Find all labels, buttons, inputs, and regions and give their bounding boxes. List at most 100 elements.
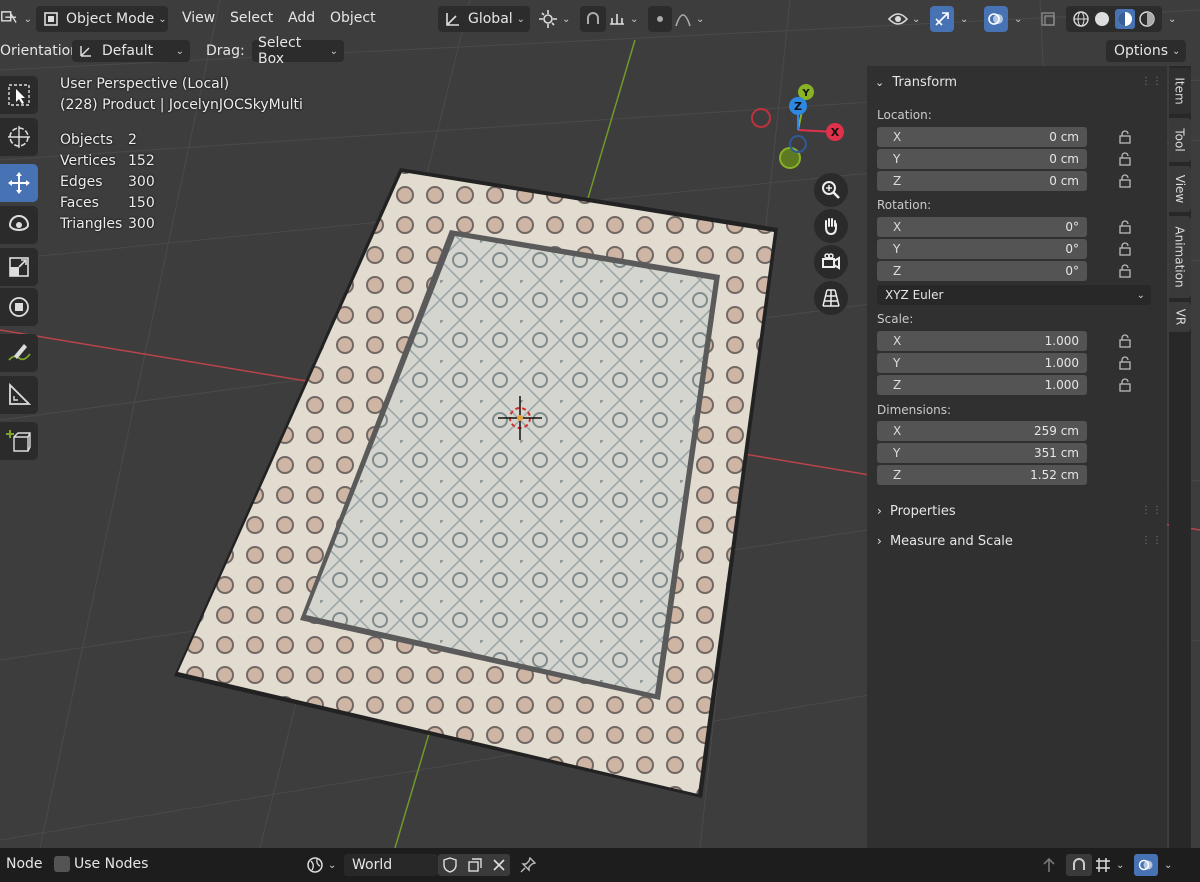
shading-solid-icon[interactable] bbox=[1093, 10, 1111, 28]
lock-icon[interactable] bbox=[1119, 334, 1133, 348]
visibility-dropdown[interactable]: ⌄ bbox=[888, 6, 924, 32]
lock-icon[interactable] bbox=[1119, 152, 1133, 166]
add-cube-tool[interactable] bbox=[0, 422, 38, 460]
snap-target-dropdown[interactable]: ⌄ bbox=[608, 6, 644, 32]
pivot-point-dropdown[interactable]: ⌄ bbox=[538, 6, 574, 32]
pan-button[interactable] bbox=[814, 209, 848, 243]
camera-view-button[interactable] bbox=[814, 245, 848, 279]
transform-panel-header[interactable]: ⌄ Transform bbox=[875, 75, 957, 90]
location-y-field[interactable]: Y 0 cm bbox=[877, 149, 1087, 169]
shading-dropdown[interactable]: ⌄ bbox=[1164, 6, 1182, 32]
sidebar-tabs: Item Tool View Animation VR bbox=[1169, 66, 1191, 848]
properties-panel-header[interactable]: › Properties bbox=[877, 504, 956, 519]
tab-view[interactable]: View bbox=[1169, 166, 1191, 212]
pin-icon[interactable] bbox=[520, 857, 536, 873]
dimensions-y-field[interactable]: Y 351 cm bbox=[877, 443, 1087, 463]
transform-icon bbox=[9, 297, 29, 317]
menu-object[interactable]: Object bbox=[330, 10, 376, 26]
lock-icon[interactable] bbox=[1119, 356, 1133, 370]
world-name-field[interactable]: World bbox=[344, 854, 438, 876]
xray-toggle[interactable] bbox=[1036, 6, 1060, 32]
drag-handle-icon[interactable]: ⋮⋮ bbox=[1141, 535, 1163, 546]
measure-scale-panel-header[interactable]: › Measure and Scale bbox=[877, 534, 1013, 549]
shading-rendered-icon[interactable] bbox=[1138, 10, 1156, 28]
menu-select[interactable]: Select bbox=[230, 10, 273, 26]
lock-icon[interactable] bbox=[1119, 174, 1133, 188]
location-z-field[interactable]: Z 0 cm bbox=[877, 171, 1087, 191]
mode-icon bbox=[44, 12, 58, 26]
field-value: 1.000 bbox=[1044, 378, 1079, 392]
scale-z-field[interactable]: Z 1.000 bbox=[877, 375, 1087, 395]
tab-animation-label: Animation bbox=[1173, 226, 1187, 288]
fake-user-shield-icon[interactable] bbox=[442, 857, 458, 873]
shading-material-icon[interactable] bbox=[1114, 9, 1135, 29]
parent-node-tree-icon[interactable] bbox=[1038, 854, 1060, 876]
lock-icon[interactable] bbox=[1119, 378, 1133, 392]
zoom-button[interactable] bbox=[814, 173, 848, 207]
orientation-dropdown[interactable]: Default ⌄ bbox=[72, 40, 190, 62]
overlay-dropdown[interactable]: ⌄ bbox=[1010, 6, 1028, 32]
mode-dropdown[interactable]: Object Mode ⌄ bbox=[36, 6, 168, 32]
dimensions-z-field[interactable]: Z 1.52 cm bbox=[877, 465, 1087, 485]
node-overlay-toggle[interactable] bbox=[1134, 854, 1158, 876]
transform-orientation-dropdown[interactable]: Global ⌄ bbox=[438, 6, 530, 32]
rotation-y-field[interactable]: Y 0° bbox=[877, 239, 1087, 259]
node-overlay-dropdown[interactable]: ⌄ bbox=[1160, 854, 1178, 876]
scale-x-field[interactable]: X 1.000 bbox=[877, 331, 1087, 351]
gizmo-toggle[interactable] bbox=[930, 6, 954, 32]
menu-add[interactable]: Add bbox=[288, 10, 315, 26]
falloff-dropdown[interactable]: ⌄ bbox=[674, 6, 708, 32]
lock-icon[interactable] bbox=[1119, 264, 1133, 278]
use-nodes-checkbox[interactable] bbox=[54, 856, 70, 872]
measure-tool[interactable] bbox=[0, 376, 38, 414]
axis-label: Z bbox=[893, 468, 902, 482]
perspective-toggle-button[interactable] bbox=[814, 281, 848, 315]
scale-tool[interactable] bbox=[0, 248, 38, 286]
dimensions-x-field[interactable]: X 259 cm bbox=[877, 421, 1087, 441]
close-icon[interactable] bbox=[492, 858, 506, 872]
rotation-x-field[interactable]: X 0° bbox=[877, 217, 1087, 237]
lock-icon[interactable] bbox=[1119, 242, 1133, 256]
drag-dropdown[interactable]: Select Box ⌄ bbox=[252, 35, 344, 67]
lock-icon[interactable] bbox=[1119, 130, 1133, 144]
drag-handle-icon[interactable]: ⋮⋮ bbox=[1141, 76, 1163, 87]
stat-value: 150 bbox=[128, 195, 155, 211]
node-menu[interactable]: Node bbox=[6, 856, 43, 872]
tab-tool[interactable]: Tool bbox=[1169, 118, 1191, 162]
node-snap-target-dropdown[interactable]: ⌄ bbox=[1094, 854, 1130, 876]
duplicate-icon[interactable] bbox=[467, 857, 483, 873]
move-tool[interactable] bbox=[0, 164, 38, 202]
proportional-editing-toggle[interactable] bbox=[648, 6, 672, 32]
tab-item[interactable]: Item bbox=[1169, 68, 1191, 114]
editor-type-button[interactable]: ⌄ bbox=[0, 6, 32, 32]
navigation-gizmo[interactable]: X Y Z bbox=[748, 80, 858, 170]
cursor-tool[interactable] bbox=[0, 118, 38, 156]
transform-tool[interactable] bbox=[0, 288, 38, 326]
hand-icon bbox=[825, 218, 837, 236]
tab-vr[interactable]: VR bbox=[1169, 302, 1191, 332]
world-browse-button[interactable]: ⌄ bbox=[306, 854, 342, 876]
options-dropdown[interactable]: Options ⌄ bbox=[1106, 40, 1186, 62]
xray-icon bbox=[1041, 12, 1055, 26]
rotate-tool[interactable] bbox=[0, 206, 38, 244]
lock-icon[interactable] bbox=[1119, 220, 1133, 234]
tab-tool-label: Tool bbox=[1173, 128, 1187, 152]
node-snap-toggle[interactable] bbox=[1066, 854, 1092, 876]
select-box-tool[interactable] bbox=[0, 76, 38, 114]
axis-label: X bbox=[893, 130, 902, 144]
annotate-tool[interactable] bbox=[0, 334, 38, 372]
rug-object[interactable] bbox=[174, 168, 778, 798]
menu-view[interactable]: View bbox=[182, 10, 215, 26]
overlay-toggle[interactable] bbox=[984, 6, 1008, 32]
drag-handle-icon[interactable]: ⋮⋮ bbox=[1141, 505, 1163, 516]
axis-label: Z bbox=[893, 378, 902, 392]
shading-wireframe-icon[interactable] bbox=[1072, 10, 1090, 28]
rotation-z-field[interactable]: Z 0° bbox=[877, 261, 1087, 281]
tab-animation[interactable]: Animation bbox=[1169, 216, 1191, 298]
snap-toggle[interactable] bbox=[580, 6, 606, 32]
scale-y-field[interactable]: Y 1.000 bbox=[877, 353, 1087, 373]
chevron-down-icon: ⌄ bbox=[875, 76, 885, 89]
gizmo-dropdown[interactable]: ⌄ bbox=[956, 6, 974, 32]
rotation-mode-dropdown[interactable]: XYZ Euler ⌄ bbox=[877, 285, 1151, 305]
location-x-field[interactable]: X 0 cm bbox=[877, 127, 1087, 147]
